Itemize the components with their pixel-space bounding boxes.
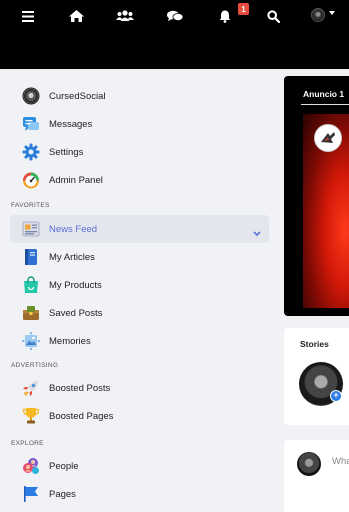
sidebar-item-label: CursedSocial: [49, 90, 106, 102]
bell-icon[interactable]: [215, 7, 235, 25]
sidebar-item-pages[interactable]: Pages: [10, 480, 269, 508]
chevron-down-icon[interactable]: [329, 11, 335, 15]
gauge-icon: [22, 171, 40, 189]
sidebar-item-my-products[interactable]: My Products: [10, 271, 269, 299]
sidebar-item-boosted-pages[interactable]: Boosted Pages: [10, 402, 269, 430]
chat-icon[interactable]: [165, 7, 185, 25]
sidebar-item-label: Boosted Pages: [49, 410, 114, 422]
sidebar-item-label: Pages: [49, 488, 76, 500]
add-story-icon[interactable]: +: [330, 390, 342, 402]
stories-title: Stories: [300, 339, 329, 349]
sidebar-item-label: Admin Panel: [49, 174, 103, 186]
notification-badge: 1: [238, 3, 249, 15]
memories-icon: [22, 332, 40, 350]
saved-icon: [22, 304, 40, 322]
sidebar-item-saved-posts[interactable]: Saved Posts: [10, 299, 269, 327]
ad-title: Anuncio 1: [303, 89, 345, 99]
section-title-advertising: ADVERTISING: [11, 362, 59, 369]
profile-avatar: [22, 87, 40, 105]
sidebar-item-label: Messages: [49, 118, 93, 130]
sidebar-item-label: People: [49, 460, 79, 472]
sidebar: CursedSocial Messages Settings Admin Pan…: [0, 69, 280, 512]
sidebar-item-admin-panel[interactable]: Admin Panel: [10, 166, 269, 194]
sidebar-item-label: Saved Posts: [49, 307, 103, 319]
trophy-icon: [22, 407, 40, 425]
avatar: [297, 452, 321, 476]
section-title-explore: EXPLORE: [11, 440, 44, 447]
sidebar-item-memories[interactable]: Memories: [10, 327, 269, 355]
stories-card: Stories +: [284, 328, 349, 425]
tab-underline: [301, 104, 349, 105]
sidebar-item-messages[interactable]: Messages: [10, 110, 269, 138]
sidebar-item-label: Memories: [49, 335, 91, 347]
ad-card[interactable]: Anuncio 1: [284, 76, 349, 316]
rocket-icon: [22, 379, 40, 397]
gear-icon: [22, 143, 40, 161]
sidebar-item-label: Boosted Posts: [49, 382, 111, 394]
chevron-down-icon[interactable]: [253, 224, 261, 242]
people-icon: [22, 457, 40, 475]
ad-logo: [314, 124, 342, 152]
book-icon: [22, 248, 40, 266]
shopping-bag-icon: [22, 276, 40, 294]
flag-icon: [22, 485, 40, 503]
section-title-favorites: FAVORITES: [11, 202, 50, 209]
sidebar-item-news-feed[interactable]: News Feed: [10, 215, 269, 243]
user-avatar[interactable]: [311, 8, 325, 22]
sidebar-item-settings[interactable]: Settings: [10, 138, 269, 166]
messages-icon: [22, 115, 40, 133]
menu-icon[interactable]: [18, 7, 38, 25]
sidebar-item-label: Settings: [49, 146, 84, 158]
publisher-input[interactable]: What: [332, 456, 349, 467]
home-icon[interactable]: [66, 7, 86, 25]
friends-icon[interactable]: [115, 7, 135, 25]
sidebar-item-people[interactable]: People: [10, 452, 269, 480]
sidebar-item-label: My Products: [49, 279, 102, 291]
search-icon[interactable]: [263, 7, 283, 25]
sidebar-item-label: My Articles: [49, 251, 95, 263]
newsfeed-icon: [22, 220, 40, 238]
sidebar-item-boosted-posts[interactable]: Boosted Posts: [10, 374, 269, 402]
top-navbar: 1: [0, 0, 349, 69]
sidebar-item-profile[interactable]: CursedSocial: [10, 82, 269, 110]
publisher-card: What: [284, 440, 349, 512]
sidebar-item-label: News Feed: [49, 223, 98, 235]
sidebar-item-my-articles[interactable]: My Articles: [10, 243, 269, 271]
